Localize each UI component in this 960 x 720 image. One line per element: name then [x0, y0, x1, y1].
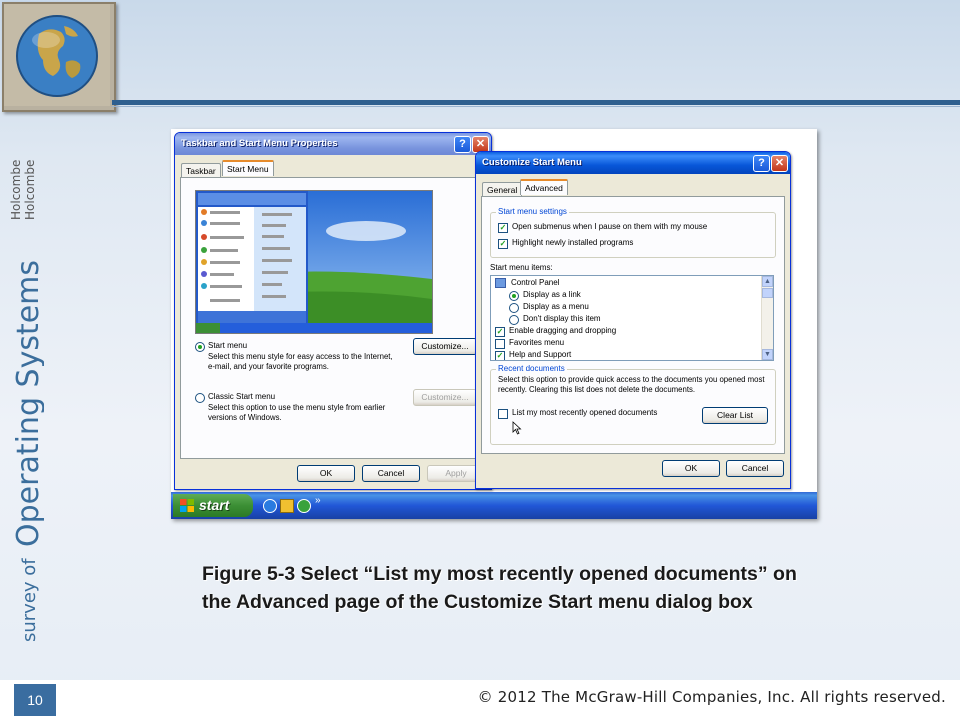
dialog-title: Customize Start Menu	[482, 157, 582, 168]
list-scrollbar[interactable]: ▲ ▼	[761, 276, 773, 360]
start-label: start	[199, 497, 230, 513]
start-menu-option-label: Start menu	[208, 341, 248, 350]
close-button[interactable]: ✕	[771, 155, 788, 172]
globe-logo	[2, 2, 116, 112]
scroll-thumb[interactable]	[762, 288, 773, 298]
customize-button[interactable]: Customize...	[413, 338, 477, 355]
favorites-label: Favorites menu	[509, 338, 565, 347]
help-button[interactable]: ?	[454, 136, 471, 153]
scroll-down-icon[interactable]: ▼	[762, 349, 773, 360]
author-name-2: Holcombe	[23, 160, 37, 220]
tab-advanced[interactable]: Advanced	[520, 179, 568, 195]
classic-menu-radio[interactable]	[195, 393, 205, 403]
submenu-hover-checkbox[interactable]: ✓	[498, 223, 508, 233]
customize-start-menu-dialog: Customize Start Menu ? ✕ General Advance…	[475, 151, 791, 489]
header-rule	[112, 100, 960, 105]
dont-display-radio[interactable]	[509, 315, 519, 325]
ie-quicklaunch-icon[interactable]	[263, 499, 277, 513]
scroll-up-icon[interactable]: ▲	[762, 276, 773, 287]
display-link-radio[interactable]	[509, 291, 519, 301]
advanced-tab-panel: Start menu settings ✓ Open submenus when…	[481, 196, 785, 454]
page-number: 10	[14, 684, 56, 716]
start-menu-items-list[interactable]: Control Panel Display as a link Display …	[490, 275, 774, 361]
start-menu-tab-panel: Start menu Select this menu style for ea…	[180, 177, 484, 459]
drag-drop-label: Enable dragging and dropping	[509, 326, 617, 335]
display-menu-radio[interactable]	[509, 303, 519, 313]
author-name: Holcombe	[9, 160, 23, 220]
media-quicklaunch-icon[interactable]	[297, 499, 311, 513]
drag-drop-checkbox[interactable]: ✓	[495, 327, 505, 337]
submenu-hover-label: Open submenus when I pause on them with …	[512, 222, 708, 231]
list-recent-docs-checkbox[interactable]	[498, 409, 508, 419]
cancel-button[interactable]: Cancel	[362, 465, 420, 482]
control-panel-icon	[495, 278, 506, 288]
settings-group-title: Start menu settings	[496, 207, 569, 216]
classic-option-label: Classic Start menu	[208, 392, 276, 401]
dialog-titlebar: Customize Start Menu	[476, 152, 790, 174]
dialog-titlebar: Taskbar and Start Menu Properties	[175, 133, 491, 155]
start-menu-preview	[195, 190, 433, 334]
start-menu-radio[interactable]	[195, 342, 205, 352]
clear-list-button[interactable]: Clear List	[702, 407, 768, 424]
ok-button[interactable]: OK	[297, 465, 355, 482]
figure-screenshot: Taskbar and Start Menu Properties ? ✕ Ta…	[171, 129, 817, 519]
windows-logo-icon	[180, 499, 194, 512]
tab-start-menu[interactable]: Start Menu	[222, 160, 274, 176]
ok-button[interactable]: OK	[662, 460, 720, 477]
highlight-programs-checkbox[interactable]: ✓	[498, 239, 508, 249]
start-button[interactable]: start	[173, 494, 253, 517]
recent-group-title: Recent documents	[496, 364, 567, 373]
list-recent-docs-label: List my most recently opened documents	[512, 408, 658, 417]
start-menu-option-desc: Select this menu style for easy access t…	[208, 352, 393, 371]
favorites-checkbox[interactable]	[495, 339, 505, 349]
help-support-label: Help and Support	[509, 350, 572, 359]
figure-caption: Figure 5-3 Select “List my most recently…	[202, 563, 797, 613]
highlight-programs-label: Highlight newly installed programs	[512, 238, 634, 247]
vertical-course-title: survey of Operating Systems Holcombe Hol…	[4, 142, 46, 662]
items-label: Start menu items:	[490, 263, 553, 272]
control-panel-item: Control Panel	[495, 278, 559, 288]
settings-group	[490, 212, 776, 258]
customize-classic-button[interactable]: Customize...	[413, 389, 477, 406]
cancel-button[interactable]: Cancel	[726, 460, 784, 477]
taskbar-properties-dialog: Taskbar and Start Menu Properties ? ✕ Ta…	[174, 132, 492, 490]
tab-taskbar[interactable]: Taskbar	[181, 163, 221, 178]
help-support-checkbox[interactable]: ✓	[495, 351, 505, 360]
display-menu-label: Display as a menu	[523, 302, 589, 311]
quicklaunch-chevron-icon[interactable]: »	[315, 495, 321, 506]
windows-taskbar: start »	[171, 492, 817, 519]
tab-general[interactable]: General	[482, 182, 523, 197]
header-rule-light	[112, 106, 960, 107]
course-title: Operating Systems	[11, 260, 44, 547]
dialog-title: Taskbar and Start Menu Properties	[181, 138, 338, 149]
desktop-quicklaunch-icon[interactable]	[280, 499, 294, 513]
recent-desc: Select this option to provide quick acce…	[498, 375, 765, 394]
course-prefix: survey of	[19, 558, 40, 642]
display-link-label: Display as a link	[523, 290, 581, 299]
mouse-cursor-icon	[512, 421, 522, 435]
copyright-text: © 2012 The McGraw-Hill Companies, Inc. A…	[477, 688, 946, 706]
help-button[interactable]: ?	[753, 155, 770, 172]
dont-display-label: Don't display this item	[523, 314, 601, 323]
classic-option-desc: Select this option to use the menu style…	[208, 403, 386, 422]
